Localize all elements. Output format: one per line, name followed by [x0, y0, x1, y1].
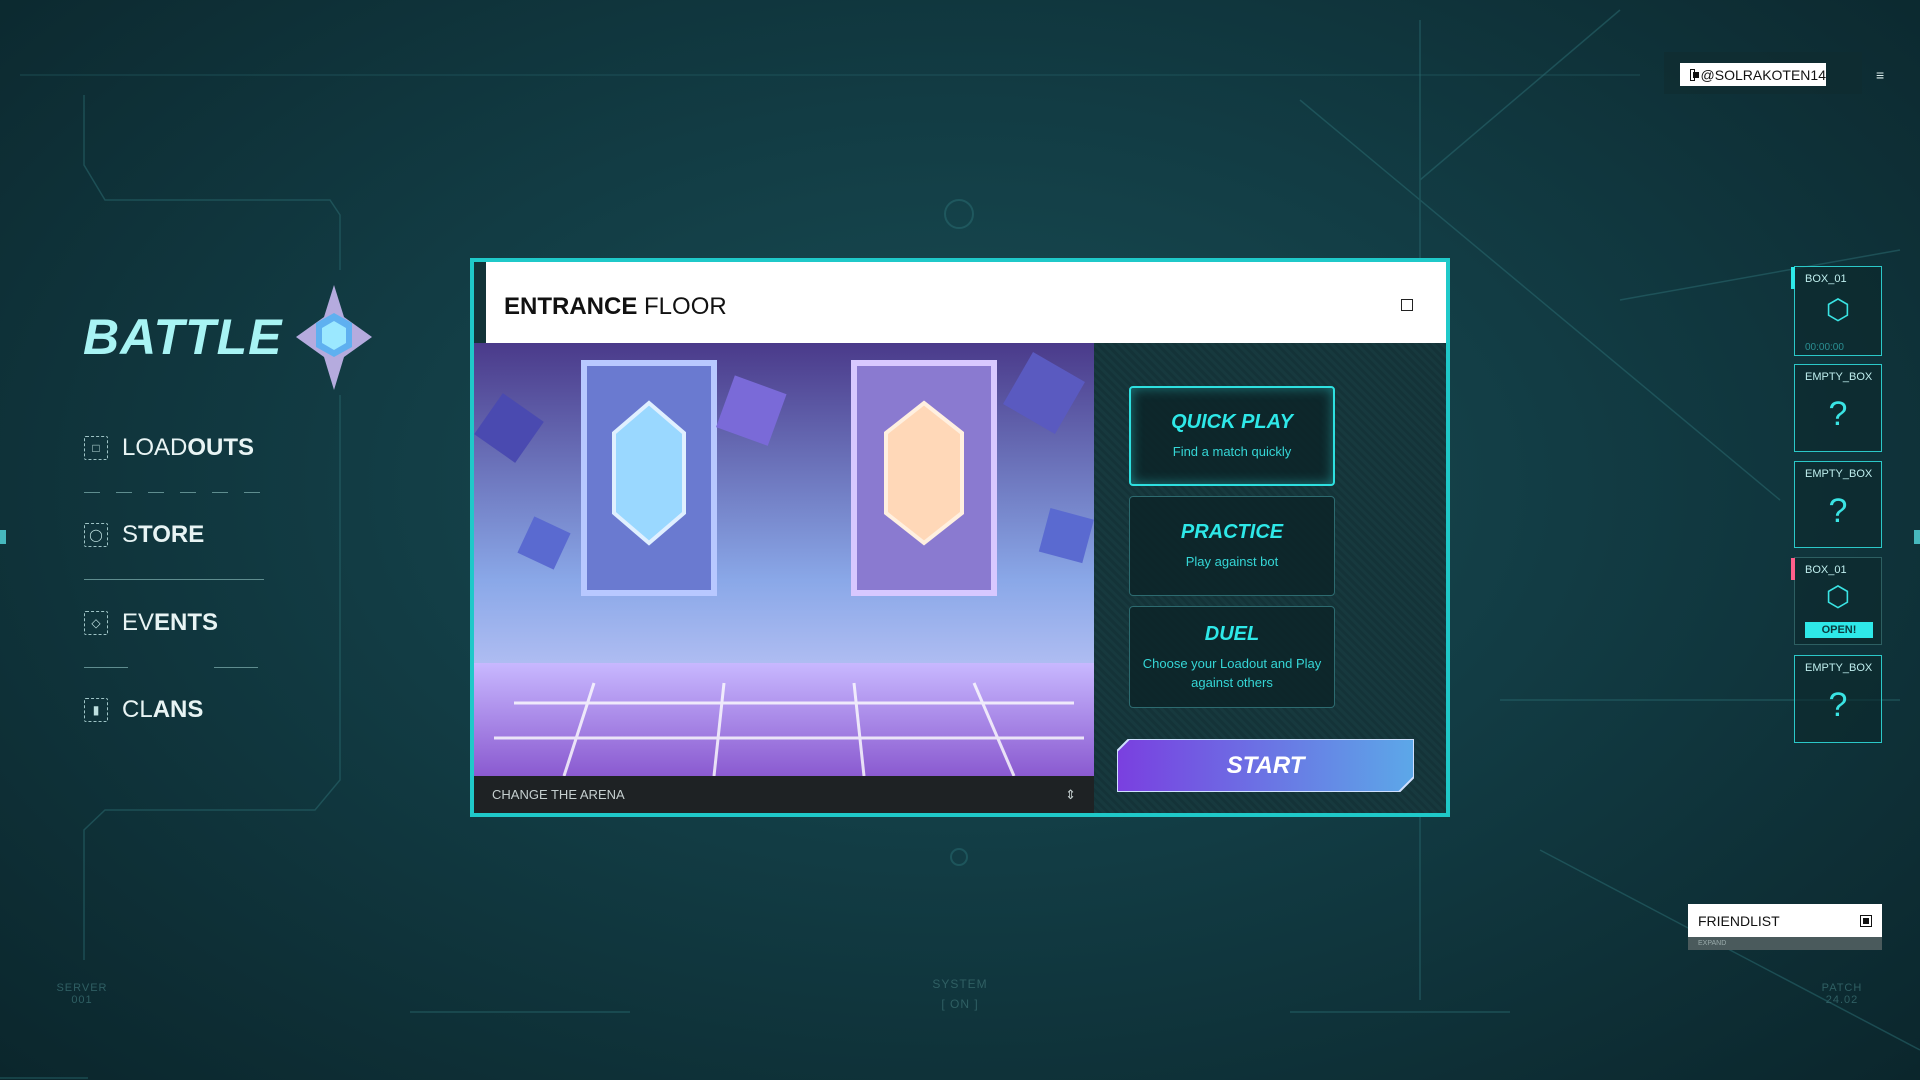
box-label: EMPTY_BOX [1805, 662, 1873, 674]
server-status: SERVER 001 [56, 982, 108, 1006]
mode-desc: Choose your Loadout and Play against oth… [1142, 655, 1322, 690]
box-label: BOX_01 [1805, 564, 1847, 576]
arena-label: CHANGE THE ARENA [492, 787, 625, 802]
friendlist-label: FRIENDLIST [1698, 912, 1780, 929]
change-arena-selector[interactable]: CHANGE THE ARENA ⇕ [474, 776, 1094, 813]
chevron-updown-icon: ⇕ [1065, 786, 1076, 802]
box-timer: 00:00:00 [1805, 342, 1844, 353]
nav-divider [84, 667, 264, 668]
nav-label: LOADOUTS [122, 434, 255, 461]
qr-icon [1690, 68, 1699, 81]
mode-title: PRACTICE [1180, 521, 1284, 543]
mode-practice[interactable]: PRACTICE Play against bot [1129, 496, 1335, 596]
start-label: START [1226, 751, 1305, 779]
nav-divider [84, 492, 264, 493]
nav-label: EVENTS [122, 609, 219, 636]
arena-preview-image [474, 343, 1094, 776]
mode-quick-play[interactable]: QUICK PLAY Find a match quickly [1129, 386, 1335, 486]
clans-icon: ▮ [84, 698, 108, 722]
box-icon: ⬡ [1825, 581, 1851, 612]
nav-divider [84, 579, 264, 580]
nav-item-clans[interactable]: ▮ CLANS [84, 696, 203, 724]
panel-title: ENTRANCE FLOOR [504, 293, 727, 320]
mode-desc: Play against bot [1185, 554, 1279, 569]
question-icon: ? [1828, 395, 1848, 433]
qr-icon [1860, 914, 1872, 927]
box-label: BOX_01 [1805, 273, 1847, 285]
battle-crystal-icon [296, 285, 372, 390]
inventory-box-5[interactable]: EMPTY_BOX ? [1794, 655, 1882, 743]
friendlist-button[interactable]: FRIENDLIST [1688, 904, 1882, 937]
friendlist-expand[interactable]: EXPAND [1688, 937, 1882, 950]
hamburger-icon[interactable]: ≡ [1876, 67, 1884, 83]
page-title: BATTLE [83, 309, 283, 365]
patch-status: PATCH 24.02 [1821, 982, 1863, 1006]
box-flag [1791, 267, 1795, 289]
nav-label: CLANS [122, 696, 204, 723]
close-icon[interactable] [1401, 299, 1413, 311]
user-tag[interactable]: @SOLRAKOTEN14 [1680, 63, 1826, 86]
inventory-box-4[interactable]: BOX_01 ⬡ OPEN! [1791, 557, 1882, 645]
nav-label: STORE [122, 521, 205, 548]
nav-item-store[interactable]: ◯ STORE [84, 521, 204, 549]
open-box-button[interactable]: OPEN! [1805, 622, 1873, 638]
mode-title: DUEL [1204, 622, 1260, 645]
box-icon: ⬡ [1825, 294, 1851, 325]
username: @SOLRAKOTEN14 [1700, 66, 1826, 83]
events-icon: ◇ [84, 611, 108, 635]
nav-item-loadouts[interactable]: □ LOADOUTS [84, 434, 254, 462]
inventory-box-2[interactable]: EMPTY_BOX ? [1794, 364, 1882, 452]
box-label: EMPTY_BOX [1805, 468, 1873, 480]
inventory-box-1[interactable]: BOX_01 ⬡ 00:00:00 [1791, 266, 1882, 356]
loadouts-icon: □ [84, 436, 108, 460]
system-status: SYSTEM[ ON ] [932, 977, 988, 1011]
box-label: EMPTY_BOX [1805, 371, 1873, 383]
nav-item-events[interactable]: ◇ EVENTS [84, 609, 218, 637]
question-icon: ? [1828, 686, 1848, 724]
store-icon: ◯ [84, 523, 108, 547]
inventory-box-3[interactable]: EMPTY_BOX ? [1794, 461, 1882, 548]
mode-duel[interactable]: DUEL Choose your Loadout and Play agains… [1129, 606, 1335, 708]
mode-desc: Find a match quickly [1172, 444, 1292, 459]
box-flag [1791, 558, 1795, 580]
question-icon: ? [1828, 492, 1848, 530]
mode-title: QUICK PLAY [1171, 411, 1293, 433]
